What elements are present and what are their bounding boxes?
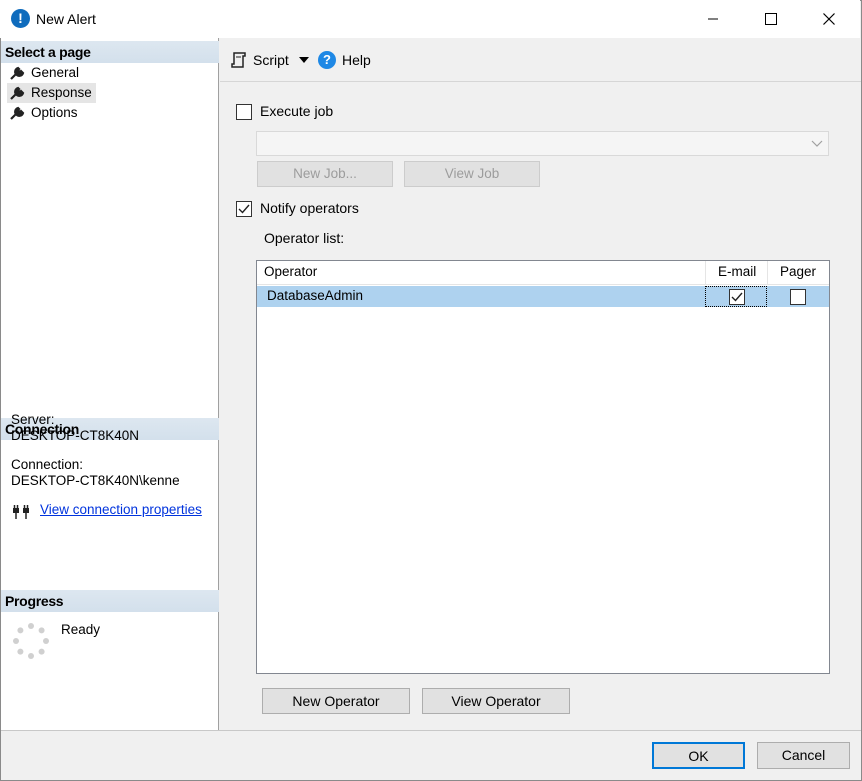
script-button[interactable]: Script bbox=[253, 52, 289, 68]
select-page-header: Select a page bbox=[1, 41, 219, 63]
checkmark-icon bbox=[238, 204, 250, 214]
view-connection-properties-link[interactable]: View connection properties bbox=[40, 502, 202, 517]
server-value: DESKTOP-CT8K40N bbox=[11, 428, 140, 443]
progress-header: Progress bbox=[1, 590, 219, 612]
column-header-operator[interactable]: Operator bbox=[264, 264, 317, 279]
close-icon bbox=[823, 13, 835, 25]
execute-job-label[interactable]: Execute job bbox=[260, 103, 333, 119]
execute-job-checkbox[interactable] bbox=[236, 104, 252, 120]
minimize-button[interactable] bbox=[690, 0, 736, 38]
plug-icon bbox=[13, 505, 29, 519]
page-item-label: Response bbox=[31, 85, 92, 100]
chevron-down-icon[interactable] bbox=[811, 137, 823, 149]
progress-status: Ready bbox=[61, 622, 101, 637]
column-divider[interactable] bbox=[767, 261, 768, 285]
window-title: New Alert bbox=[36, 11, 96, 27]
new-operator-button[interactable]: New Operator bbox=[262, 688, 410, 714]
page-item-general[interactable]: General bbox=[7, 63, 83, 83]
page-item-label: General bbox=[31, 65, 80, 80]
help-icon[interactable]: ? bbox=[318, 51, 336, 69]
toolbar bbox=[220, 38, 861, 82]
column-divider[interactable] bbox=[705, 261, 706, 285]
notify-operators-label[interactable]: Notify operators bbox=[260, 200, 359, 216]
wrench-icon bbox=[10, 86, 25, 100]
page-item-options[interactable]: Options bbox=[7, 103, 82, 123]
chevron-down-icon[interactable] bbox=[299, 57, 309, 63]
connection-value: DESKTOP-CT8K40N\kenne bbox=[11, 473, 180, 488]
view-operator-button[interactable]: View Operator bbox=[422, 688, 570, 714]
wrench-icon bbox=[10, 106, 25, 120]
page-item-label: Options bbox=[31, 105, 78, 120]
connection-label: Connection: bbox=[11, 457, 84, 472]
cancel-button[interactable]: Cancel bbox=[757, 742, 850, 769]
maximize-icon bbox=[765, 13, 777, 25]
checkmark-icon bbox=[731, 292, 743, 302]
job-select[interactable] bbox=[256, 131, 829, 156]
view-job-button[interactable]: View Job bbox=[404, 161, 540, 187]
close-button[interactable] bbox=[806, 0, 852, 38]
column-header-email[interactable]: E-mail bbox=[718, 264, 756, 279]
pager-checkbox[interactable] bbox=[790, 289, 806, 305]
help-button[interactable]: Help bbox=[342, 52, 371, 68]
notify-operators-checkbox[interactable] bbox=[236, 201, 252, 217]
operator-list-label: Operator list: bbox=[264, 230, 345, 246]
maximize-button[interactable] bbox=[748, 0, 794, 38]
minimize-icon bbox=[708, 18, 718, 20]
progress-spinner-icon bbox=[13, 623, 49, 659]
ok-button[interactable]: OK bbox=[652, 742, 745, 769]
page-item-response[interactable]: Response bbox=[7, 83, 96, 103]
operator-name-cell[interactable]: DatabaseAdmin bbox=[267, 288, 363, 303]
server-label: Server: bbox=[11, 412, 55, 427]
new-job-button[interactable]: New Job... bbox=[257, 161, 393, 187]
alert-icon: ! bbox=[11, 9, 30, 28]
wrench-icon bbox=[10, 66, 25, 80]
column-header-pager[interactable]: Pager bbox=[780, 264, 816, 279]
operator-table[interactable] bbox=[256, 260, 830, 674]
email-checkbox[interactable] bbox=[729, 289, 745, 305]
script-icon[interactable] bbox=[230, 51, 248, 69]
